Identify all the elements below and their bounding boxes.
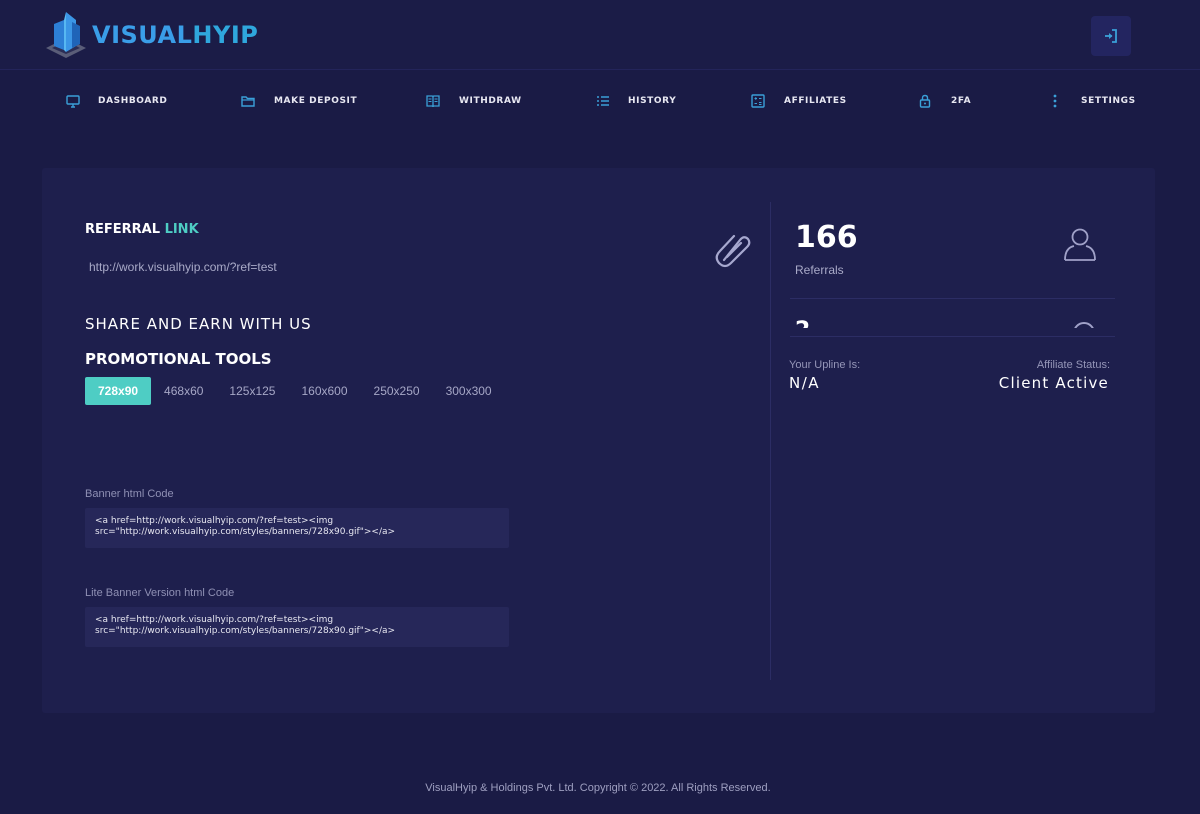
nav-label: HISTORY: [628, 96, 677, 106]
lite-code-line: <a href=http://work.visualhyip.com/?ref=…: [95, 615, 334, 625]
promotional-tools-title: PROMOTIONAL TOOLS: [85, 350, 272, 368]
nav-label: MAKE DEPOSIT: [274, 96, 358, 106]
nav-item-history[interactable]: HISTORY: [594, 92, 676, 110]
upline-label: Your Upline Is:: [789, 359, 861, 371]
tab-160x600[interactable]: 160x600: [288, 377, 360, 405]
referral-title-part1: REFERRAL: [85, 222, 161, 237]
upline-value: N/A: [789, 374, 821, 392]
affiliate-status-value: Client Active: [998, 374, 1109, 392]
stats-divider-2: [790, 336, 1115, 337]
referral-link-value[interactable]: http://work.visualhyip.com/?ref=test: [89, 260, 277, 274]
sign-in-icon: [1105, 29, 1117, 43]
list-icon: [594, 92, 612, 110]
nav-item-settings[interactable]: SETTINGS: [1046, 92, 1136, 110]
nav-label: SETTINGS: [1081, 96, 1136, 106]
tab-250x250[interactable]: 250x250: [361, 377, 433, 405]
tab-300x300[interactable]: 300x300: [433, 377, 505, 405]
lite-banner-code-label: Lite Banner Version html Code: [85, 587, 235, 599]
referral-link-title: REFERRAL LINK: [85, 222, 199, 237]
banner-code-line: src="http://work.visualhyip.com/styles/b…: [95, 527, 396, 537]
brand-logo[interactable]: VISUALHYIP: [42, 10, 258, 60]
secondary-stat-count: 2: [795, 320, 810, 329]
secondary-stat-row: 2: [790, 318, 1115, 328]
lite-code-line: src="http://work.visualhyip.com/styles/b…: [95, 626, 396, 636]
logo-mark-icon: [42, 10, 90, 60]
banner-code-box[interactable]: <a href=http://work.visualhyip.com/?ref=…: [85, 508, 509, 548]
nav-item-2fa[interactable]: 2FA: [916, 92, 971, 110]
nav-label: AFFILIATES: [784, 96, 847, 106]
top-header: VISUALHYIP: [0, 0, 1200, 70]
referrals-label: Referrals: [795, 263, 844, 277]
calculator-icon: [749, 92, 767, 110]
tab-125x125[interactable]: 125x125: [216, 377, 288, 405]
login-button[interactable]: [1091, 16, 1131, 56]
panel-divider: [770, 202, 771, 680]
nav-label: WITHDRAW: [459, 96, 522, 106]
secondary-stat-icon: [1073, 322, 1095, 328]
monitor-icon: [64, 92, 82, 110]
stats-divider: [790, 298, 1115, 299]
main-nav: DASHBOARD MAKE DEPOSIT WITHDRAW HISTORY …: [0, 70, 1200, 132]
affiliate-status-label: Affiliate Status:: [1036, 359, 1110, 371]
copy-link-button[interactable]: [712, 230, 752, 268]
referrals-count: 166: [795, 220, 858, 255]
banner-size-tabs: 728x90 468x60 125x125 160x600 250x250 30…: [85, 377, 505, 405]
dots-vertical-icon: [1046, 92, 1064, 110]
nav-item-withdraw[interactable]: WITHDRAW: [424, 92, 522, 110]
tab-468x60[interactable]: 468x60: [151, 377, 216, 405]
referral-title-part2: LINK: [164, 222, 199, 237]
nav-item-make-deposit[interactable]: MAKE DEPOSIT: [239, 92, 357, 110]
nav-item-dashboard[interactable]: DASHBOARD: [64, 92, 168, 110]
nav-item-affiliates[interactable]: AFFILIATES: [749, 92, 847, 110]
banner-code-label: Banner html Code: [85, 488, 174, 500]
tab-728x90[interactable]: 728x90: [85, 377, 152, 405]
brand-name-part2: HYIP: [192, 21, 259, 49]
book-icon: [424, 92, 442, 110]
banner-code-line: <a href=http://work.visualhyip.com/?ref=…: [95, 516, 334, 526]
nav-label: DASHBOARD: [98, 96, 168, 106]
paperclip-icon: [715, 234, 751, 268]
brand-name-part1: VISUAL: [92, 21, 193, 49]
share-earn-heading: SHARE AND EARN WITH US: [85, 315, 312, 329]
user-icon: [1062, 226, 1098, 262]
footer-copyright: VisualHyip & Holdings Pvt. Ltd. Copyrigh…: [425, 782, 771, 794]
brand-name: VISUALHYIP: [92, 21, 258, 49]
lock-icon: [916, 92, 934, 110]
nav-label: 2FA: [951, 96, 972, 106]
lite-banner-code-box[interactable]: <a href=http://work.visualhyip.com/?ref=…: [85, 607, 509, 647]
folder-icon: [239, 92, 257, 110]
